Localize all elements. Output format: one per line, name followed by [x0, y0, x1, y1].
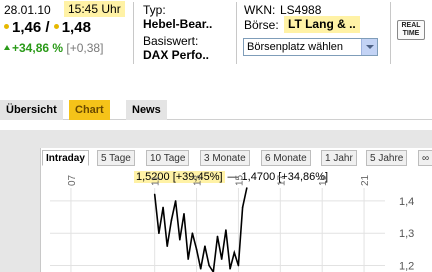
x-tick-label: 15: [234, 174, 245, 186]
period-tab-3-monate[interactable]: 3 Monate: [200, 150, 250, 166]
main-tabs: Übersicht Chart News: [0, 100, 432, 120]
column-divider: [390, 2, 391, 64]
x-tick-label: 11: [151, 175, 162, 186]
real-time-line1: REAL: [401, 22, 421, 29]
price-point: [246, 187, 248, 189]
chart-series: [153, 187, 248, 272]
period-tab-10-tage[interactable]: 10 Tage: [146, 150, 190, 166]
price-point: [174, 200, 177, 202]
price-change: +34,86 % [+0,38]: [4, 41, 103, 55]
price-point: [216, 235, 219, 238]
change-absolute: [+0,38]: [66, 41, 104, 55]
price-point: [162, 206, 164, 209]
exchange-select[interactable]: Börsenplatz wählen: [243, 38, 378, 56]
column-divider: [133, 2, 134, 64]
typ-label: Typ:: [143, 3, 166, 17]
y-tick-label: 1,4: [399, 196, 414, 208]
quote-header: 28.01.10 15:45 Uhr 1,46 / 1,48 +34,86 % …: [0, 0, 432, 92]
period-tab-intraday[interactable]: Intraday: [42, 150, 89, 166]
price-point: [233, 251, 236, 254]
price-point: [204, 245, 206, 247]
ask-indicator-icon: [53, 24, 59, 30]
period-tab-max[interactable]: ∞: [418, 150, 432, 166]
period-tab-5-tage[interactable]: 5 Tage: [97, 150, 135, 166]
column-divider: [236, 2, 237, 64]
price-point: [187, 258, 189, 260]
quote-time: 15:45 Uhr: [64, 1, 125, 17]
bid-indicator-icon: [4, 24, 9, 30]
price-point: [220, 258, 223, 260]
chevron-down-icon[interactable]: [361, 39, 377, 55]
boerse-label: Börse:: [244, 18, 279, 32]
price-point: [199, 267, 202, 270]
change-percent: +34,86 %: [12, 41, 64, 55]
price-point: [191, 232, 194, 235]
price-point: [183, 213, 185, 215]
price-point: [158, 232, 160, 235]
chart-grid: [50, 188, 385, 272]
price-point: [153, 193, 156, 196]
exchange-select-value: Börsenplatz wählen: [247, 41, 344, 53]
price-point: [179, 238, 181, 241]
typ-value: Hebel-Bear..: [143, 17, 213, 31]
price-chart: 07 11 13 15 17 19 21 1,4 1,3 1,2: [50, 174, 414, 272]
up-arrow-icon: [4, 45, 10, 51]
basiswert-value[interactable]: DAX Perfo..: [143, 48, 209, 62]
chart-y-ticks: 1,4 1,3 1,2: [399, 196, 414, 272]
tab-news[interactable]: News: [126, 100, 167, 120]
bid-price: 1,46: [12, 19, 42, 36]
price-point: [225, 229, 227, 231]
y-tick-label: 1,3: [399, 228, 414, 240]
price-point: [229, 267, 231, 270]
y-tick-label: 1,2: [399, 261, 414, 272]
price-point: [195, 248, 198, 251]
bid-ask-prices: 1,46 / 1,48: [4, 19, 91, 36]
period-tab-6-monate[interactable]: 6 Monate: [261, 150, 311, 166]
tab-uebersicht[interactable]: Übersicht: [0, 100, 63, 120]
real-time-icon: REAL TIME: [397, 20, 425, 40]
x-tick-label: 21: [360, 174, 371, 186]
price-point: [208, 264, 210, 267]
chart-x-ticks: 07 11 13 15 17 19 21: [67, 174, 371, 186]
period-tab-1-jahr[interactable]: 1 Jahr: [321, 150, 357, 166]
price-point: [170, 219, 173, 222]
ask-price: 1,48: [61, 19, 91, 36]
price-point: [237, 264, 240, 267]
wkn-label: WKN:: [244, 3, 276, 17]
basiswert-label: Basiswert:: [143, 34, 199, 48]
x-tick-label: 19: [318, 174, 329, 186]
tab-chart[interactable]: Chart: [69, 100, 110, 120]
price-point: [241, 206, 244, 209]
price-point: [166, 245, 169, 247]
x-tick-label: 07: [67, 174, 78, 186]
x-tick-label: 13: [193, 174, 204, 186]
real-time-line2: TIME: [402, 30, 420, 37]
wkn-value: LS4988: [280, 3, 322, 17]
price-separator: /: [45, 19, 50, 36]
boerse-value: LT Lang & ..: [284, 16, 360, 33]
x-tick-label: 17: [276, 174, 287, 186]
period-tab-5-jahre[interactable]: 5 Jahre: [366, 150, 408, 166]
quote-date: 28.01.10: [4, 3, 51, 17]
